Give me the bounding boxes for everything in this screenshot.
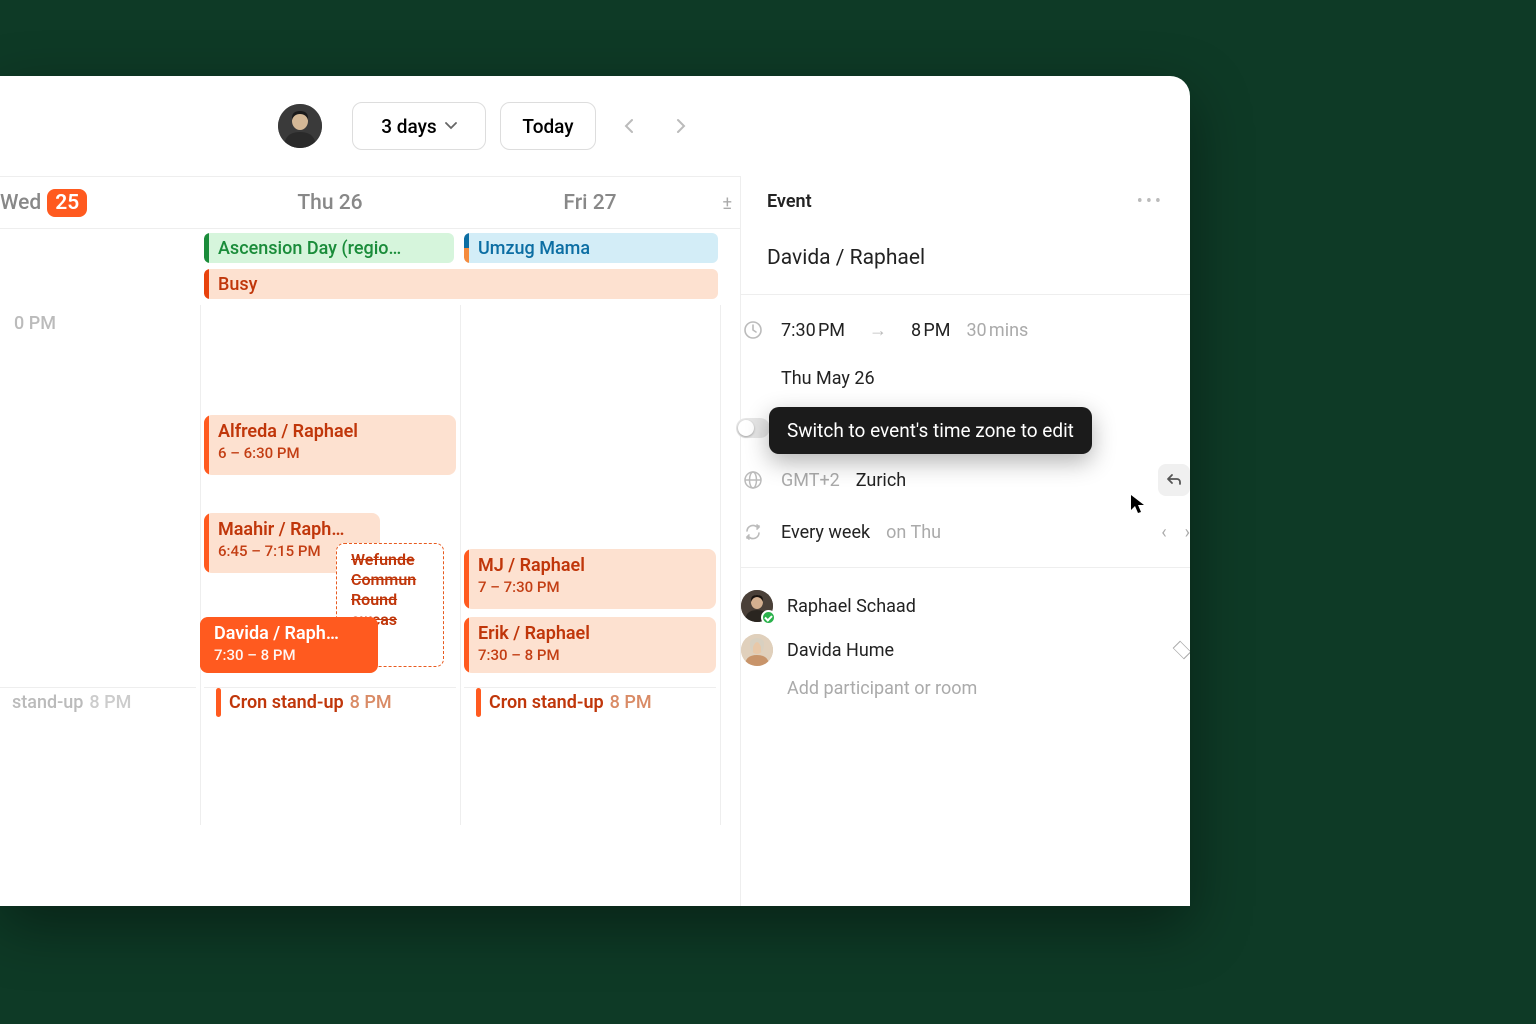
day-header-thu[interactable]: Thu 26 xyxy=(200,177,460,229)
expand-icon[interactable]: ± xyxy=(722,193,732,214)
allday-busy[interactable]: Busy xyxy=(204,269,718,299)
timezone-revert-button[interactable] xyxy=(1158,464,1190,496)
day-header-row: Wed 25 Thu 26 Fri 27 ± xyxy=(0,177,740,229)
avatar xyxy=(741,590,773,622)
today-button[interactable]: Today xyxy=(500,102,596,150)
cursor-icon xyxy=(1129,493,1149,513)
event-mj[interactable]: MJ / Raphael 7 – 7:30 PM xyxy=(464,549,716,609)
panel-heading: Event xyxy=(767,191,812,212)
participants-section: Raphael Schaad Davida Hume Add participa… xyxy=(741,568,1190,715)
day-header-fri[interactable]: Fri 27 xyxy=(460,177,720,229)
end-time: 8 PM xyxy=(911,320,950,341)
chevron-down-icon xyxy=(445,122,457,130)
day-header-wed[interactable]: Wed 25 xyxy=(0,177,200,229)
event-title[interactable]: Davida / Raphael xyxy=(767,228,1164,294)
event-ghost[interactable]: 0 PM xyxy=(0,307,196,343)
allday-toggle[interactable] xyxy=(736,418,770,438)
standup-wed[interactable]: stand-up 8 PM xyxy=(0,687,196,717)
participant-name: Raphael Schaad xyxy=(787,596,916,617)
avatar xyxy=(741,634,773,666)
repeat-prev[interactable]: ‹ xyxy=(1161,522,1166,543)
rsvp-pending-icon[interactable] xyxy=(1173,641,1190,660)
participant-row[interactable]: Davida Hume xyxy=(741,628,1190,672)
add-participant-input[interactable]: Add participant or room xyxy=(741,672,1190,699)
app-window: 3 days Today Wed 25 Thu 26 Fri 27 ± Asce xyxy=(0,76,1190,906)
repeat-icon xyxy=(741,522,765,542)
user-avatar[interactable] xyxy=(278,104,322,148)
timezone-tooltip: Switch to event's time zone to edit xyxy=(769,407,1092,454)
allday-region: Ascension Day (regio… Umzug Mama Busy xyxy=(0,229,740,301)
today-badge: 25 xyxy=(47,189,87,217)
participant-row[interactable]: Raphael Schaad xyxy=(741,584,1190,628)
arrow-right-icon: → xyxy=(869,320,887,341)
event-date[interactable]: Thu May 26 xyxy=(781,368,875,389)
range-label: 3 days xyxy=(381,115,436,138)
clock-icon xyxy=(741,320,765,340)
next-button[interactable] xyxy=(662,107,700,145)
repeat-label[interactable]: Every week xyxy=(781,522,870,543)
time-row[interactable]: 7:30 PM → 8 PM 30 mins xyxy=(741,315,1190,345)
repeat-next[interactable]: › xyxy=(1185,522,1190,543)
tz-offset: GMT+2 xyxy=(781,470,840,491)
more-icon[interactable]: ••• xyxy=(1137,191,1164,212)
event-davida-selected[interactable]: Davida / Raph… 7:30 – 8 PM xyxy=(200,617,378,673)
repeat-on: on Thu xyxy=(886,522,941,543)
prev-button[interactable] xyxy=(610,107,648,145)
range-dropdown[interactable]: 3 days xyxy=(352,102,486,150)
allday-umzug[interactable]: Umzug Mama xyxy=(464,233,718,263)
standup-thu[interactable]: Cron stand-up 8 PM xyxy=(204,687,456,717)
participant-name: Davida Hume xyxy=(787,640,894,661)
toolbar: 3 days Today xyxy=(0,76,1190,176)
event-alfreda[interactable]: Alfreda / Raphael 6 – 6:30 PM xyxy=(204,415,456,475)
duration: 30 mins xyxy=(966,320,1028,341)
standup-fri[interactable]: Cron stand-up 8 PM xyxy=(464,687,716,717)
accepted-icon xyxy=(761,610,776,625)
timed-region[interactable]: 0 PM Alfreda / Raphael 6 – 6:30 PM Maahi… xyxy=(0,305,740,825)
tz-city[interactable]: Zurich xyxy=(856,470,906,491)
event-erik[interactable]: Erik / Raphael 7:30 – 8 PM xyxy=(464,617,716,673)
event-panel: Event ••• Davida / Raphael 7:30 PM → 8 P… xyxy=(740,176,1190,906)
panel-header: Event ••• xyxy=(741,176,1190,228)
start-time: 7:30 PM xyxy=(781,320,845,341)
calendar-grid[interactable]: Wed 25 Thu 26 Fri 27 ± Ascension Day (re… xyxy=(0,176,740,906)
allday-ascension[interactable]: Ascension Day (regio… xyxy=(204,233,454,263)
globe-icon xyxy=(741,470,765,490)
